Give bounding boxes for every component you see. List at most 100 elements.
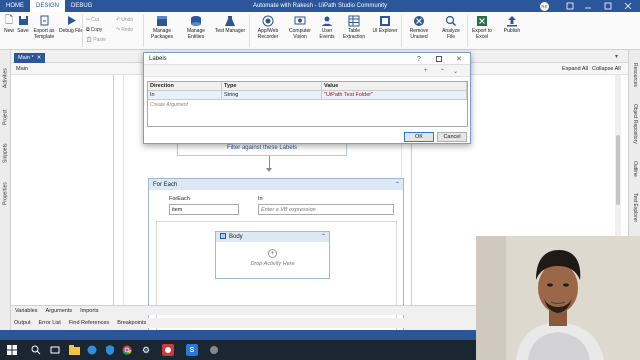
collapse-foreach-icon[interactable]: ⌃	[395, 181, 400, 188]
security-icon[interactable]	[104, 344, 116, 356]
webcam-overlay	[476, 236, 640, 360]
export-excel-button[interactable]: Export to Excel	[470, 14, 494, 40]
export-template-button[interactable]: Export as Template	[31, 14, 57, 40]
avatar[interactable]: RK	[540, 2, 549, 11]
tab-home[interactable]: HOME	[0, 0, 30, 12]
cut-button[interactable]: ✂ Cut	[86, 17, 99, 23]
dialog-toolbar: + ⌃ ⌄	[144, 65, 470, 77]
expand-all-link[interactable]: Expand All	[562, 66, 588, 72]
tab-outline[interactable]: Outline	[630, 156, 640, 182]
media-app-icon[interactable]	[162, 344, 174, 356]
tab-design[interactable]: DESIGN	[30, 0, 66, 12]
tab-activities[interactable]: Activities	[1, 58, 10, 98]
foreach-item-input[interactable]: item	[169, 204, 239, 215]
flask-icon	[223, 14, 237, 27]
body-header[interactable]: Body	[216, 232, 329, 242]
debug-file-button[interactable]: Debug File	[59, 14, 83, 34]
table-extraction-button[interactable]: Table Extraction	[340, 14, 368, 40]
collapse-all-link[interactable]: Collapse All	[592, 66, 621, 72]
ok-button[interactable]: OK	[404, 132, 434, 142]
add-row-icon[interactable]: +	[424, 68, 428, 74]
save-button[interactable]: Save	[16, 14, 30, 34]
move-up-icon[interactable]: ⌃	[440, 68, 445, 75]
dialog-title: Labels	[149, 55, 167, 62]
col-direction[interactable]: Direction	[148, 82, 222, 91]
imports-tab[interactable]: Imports	[80, 308, 98, 314]
remove-unused-button[interactable]: Remove Unused	[404, 14, 434, 40]
search-icon[interactable]	[30, 344, 42, 356]
export-template-icon	[37, 14, 51, 27]
publish-button[interactable]: Publish	[500, 14, 524, 34]
scissors-icon: ✂	[86, 17, 91, 23]
doc-tab-main[interactable]: Main * ✕	[14, 53, 46, 63]
presenter-image	[476, 236, 640, 360]
add-activity-icon[interactable]: +	[268, 249, 277, 258]
user-events-button[interactable]: User Events	[316, 14, 338, 40]
file-explorer-icon[interactable]	[68, 344, 80, 356]
paste-icon: 📋	[86, 37, 93, 43]
app-web-recorder-button[interactable]: App/Web Recorder	[252, 14, 284, 40]
analyze-file-button[interactable]: Analyze File	[438, 14, 464, 40]
settings-icon[interactable]: ⚙	[140, 344, 152, 356]
copy-button[interactable]: ⧉ Copy	[86, 27, 102, 33]
play-icon	[64, 14, 78, 27]
tab-project[interactable]: Project	[1, 102, 10, 132]
cell-value[interactable]: "UiPath Test Folder"	[322, 91, 467, 100]
connector-arrow	[266, 168, 272, 172]
body-activity[interactable]: Body ⌃ + Drop Activity Here	[215, 231, 330, 279]
minimize-icon[interactable]	[584, 0, 592, 12]
in-expression-input[interactable]: Enter a VB expression	[258, 204, 394, 215]
test-manager-button[interactable]: Test Manager	[214, 14, 246, 34]
find-references-tab[interactable]: Find References	[69, 320, 109, 326]
cancel-button[interactable]: Cancel	[437, 132, 467, 142]
scrollbar-thumb[interactable]	[616, 135, 620, 205]
breakpoints-tab[interactable]: Breakpoints	[117, 320, 146, 326]
create-argument-link[interactable]: Create Argument	[150, 102, 188, 108]
computer-vision-button[interactable]: Computer Vision	[285, 14, 315, 40]
foreach-header[interactable]: For Each	[149, 179, 403, 190]
collapse-body-icon[interactable]: ⌃	[321, 233, 326, 240]
cell-type[interactable]: String	[222, 91, 322, 100]
ribbon-options-icon[interactable]	[566, 0, 574, 12]
variables-tab[interactable]: Variables	[15, 308, 38, 314]
chrome-icon[interactable]	[121, 344, 133, 356]
tab-object-repository[interactable]: Object Repository	[630, 96, 640, 152]
windows-start-icon[interactable]	[6, 344, 18, 356]
ui-explorer-button[interactable]: UI Explorer	[372, 14, 398, 34]
move-down-icon[interactable]: ⌄	[453, 68, 458, 75]
taskbar-app-icon[interactable]	[208, 344, 220, 356]
manage-packages-button[interactable]: Manage Packages	[147, 14, 177, 40]
error-list-tab[interactable]: Error List	[39, 320, 61, 326]
dialog-close-icon[interactable]: ✕	[452, 53, 466, 65]
close-tab-icon[interactable]: ✕	[37, 55, 42, 61]
cell-direction[interactable]: In	[148, 91, 222, 100]
col-type[interactable]: Type	[222, 82, 322, 91]
manage-entities-button[interactable]: Manage Entities	[181, 14, 211, 40]
close-icon[interactable]	[624, 0, 632, 12]
new-button[interactable]: 🗋 New	[2, 14, 16, 34]
excel-icon	[475, 14, 489, 27]
tab-properties[interactable]: Properties	[1, 174, 10, 214]
body-icon	[220, 233, 226, 241]
breadcrumb[interactable]: Main	[16, 66, 28, 72]
maximize-icon[interactable]	[604, 0, 612, 12]
task-view-icon[interactable]	[49, 344, 61, 356]
dialog-help-button[interactable]: ?	[412, 53, 426, 65]
tab-dropdown-icon[interactable]: ▾	[615, 53, 618, 60]
col-value[interactable]: Value	[322, 82, 467, 91]
redo-button[interactable]: ↷ Redo	[116, 27, 133, 33]
ui-explorer-icon	[378, 14, 392, 27]
uipath-studio-icon[interactable]: S	[186, 344, 198, 356]
undo-button[interactable]: ↶ Undo	[116, 17, 133, 23]
tab-snippets[interactable]: Snippets	[1, 136, 10, 170]
redo-icon: ↷	[116, 27, 121, 33]
tab-debug[interactable]: DEBUG	[65, 0, 98, 12]
new-file-icon: 🗋	[4, 14, 14, 26]
paste-button[interactable]: 📋 Paste	[86, 37, 106, 43]
output-tab[interactable]: Output	[14, 320, 31, 326]
tab-test-explorer[interactable]: Test Explorer	[630, 186, 640, 230]
edge-icon[interactable]	[86, 344, 98, 356]
dialog-maximize-icon[interactable]	[432, 53, 446, 65]
tab-resources[interactable]: Resources	[630, 58, 640, 92]
arguments-tab[interactable]: Arguments	[46, 308, 73, 314]
